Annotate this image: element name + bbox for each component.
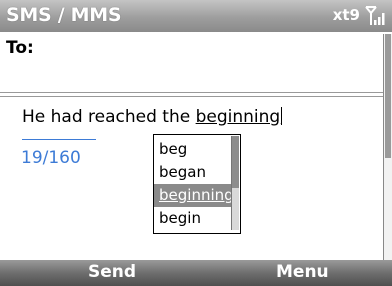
suggestion-label: beginning <box>159 186 234 204</box>
title-bar: SMS / MMS xt9 <box>0 0 392 32</box>
suggestion-item[interactable]: began <box>154 161 233 184</box>
softkey-bar: Send Menu <box>0 260 392 286</box>
message-body[interactable]: He had reached the beginning <box>22 107 283 127</box>
suggestion-scroll-thumb[interactable] <box>232 136 239 188</box>
message-scrollbar[interactable] <box>383 34 392 260</box>
current-word: beginning <box>195 107 281 127</box>
word-suggestion-list[interactable]: beg began beginning begin <box>153 134 241 234</box>
suggestion-item-selected[interactable]: beginning <box>154 184 234 207</box>
suggestion-item[interactable]: begin <box>154 207 233 230</box>
menu-softkey[interactable]: Menu <box>276 262 329 282</box>
text-caret <box>281 107 283 125</box>
divider <box>0 96 383 97</box>
suggestion-scrollbar[interactable] <box>231 136 239 230</box>
counter-separator <box>22 139 96 140</box>
to-label: To: <box>6 38 34 58</box>
message-text: He had reached the <box>22 107 196 127</box>
signal-strength-icon <box>365 6 385 25</box>
message-scroll-thumb[interactable] <box>385 34 391 158</box>
suggestion-item[interactable]: beg <box>154 138 233 161</box>
send-softkey[interactable]: Send <box>88 262 136 282</box>
to-field[interactable]: To: <box>0 32 383 93</box>
app-title: SMS / MMS <box>6 4 122 26</box>
divider <box>0 92 383 93</box>
input-mode-indicator: xt9 <box>332 6 360 24</box>
character-counter: 19/160 <box>21 148 81 168</box>
